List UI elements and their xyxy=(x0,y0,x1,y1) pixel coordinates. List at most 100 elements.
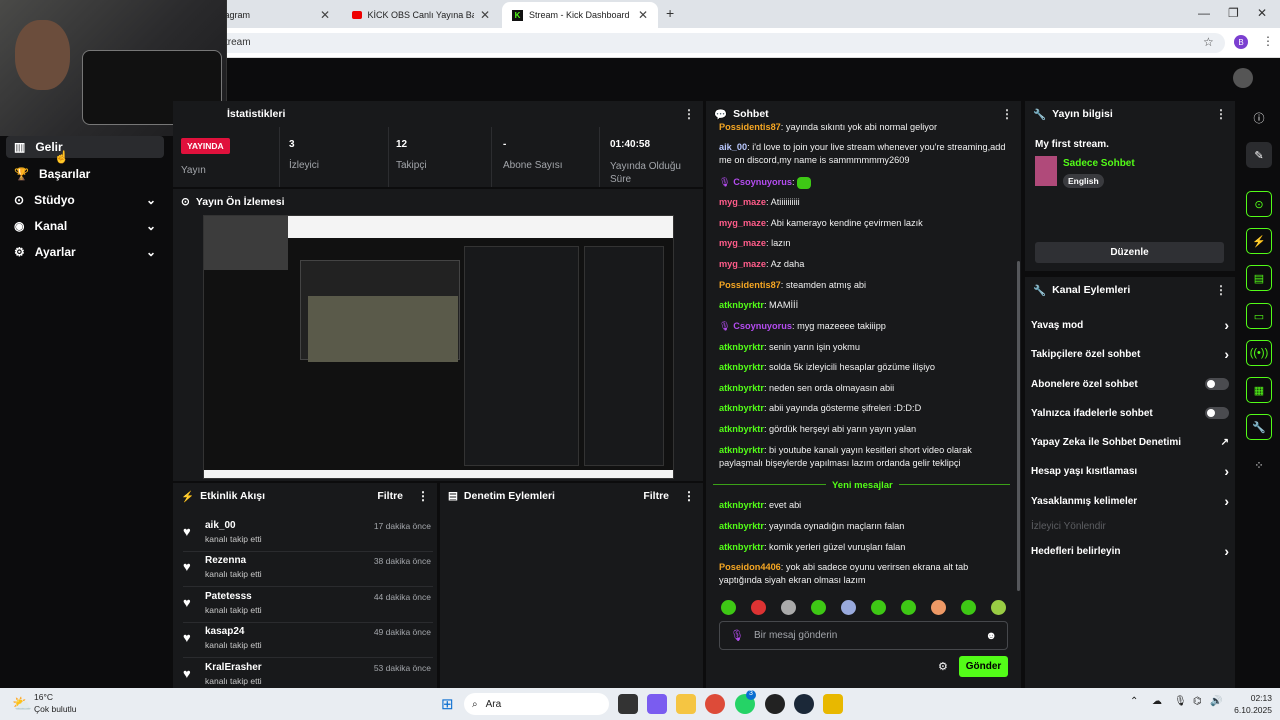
windows-taskbar: ⛅ 16°C Çok bulutlu ⊞ ⌕ Ara 3 ⌃ ☁ 🎙 ⌬ 🔊 02… xyxy=(0,688,1280,720)
broadcast-icon: ◉ xyxy=(14,219,25,233)
chat-message: atknbyrktr: komik yerleri güzel vuruşlar… xyxy=(719,542,906,552)
close-window-icon[interactable]: ✕ xyxy=(1257,6,1267,20)
preview-toggle-icon[interactable]: ⊙ xyxy=(1246,191,1272,217)
stats-icon[interactable]: ▦ xyxy=(1246,377,1272,403)
chat-input[interactable]: 🎙 Bir mesaj gönderin ☻ xyxy=(719,621,1008,650)
emote-icon[interactable] xyxy=(841,600,856,615)
url-input[interactable]: stream xyxy=(210,33,1225,53)
viewer-count: 3 xyxy=(289,139,295,150)
preview-info xyxy=(584,246,664,466)
minimize-icon[interactable]: — xyxy=(1198,6,1210,20)
sidebar-item-basarilar[interactable]: 🏆 Başarılar xyxy=(6,161,164,187)
uptime-value: 01:40:58 xyxy=(610,139,651,150)
more-icon[interactable]: ⋮ xyxy=(683,489,695,503)
more-icon[interactable]: ⋮ xyxy=(417,489,429,503)
tab-youtube[interactable]: KİCK OBS Canlı Yayına Bağlanm✕ xyxy=(342,2,500,28)
sidebar-item-kanal[interactable]: ◉ Kanal ⌄ xyxy=(6,213,164,239)
close-icon[interactable]: ✕ xyxy=(480,8,490,22)
emoji-icon[interactable]: ☻ xyxy=(985,630,997,642)
slow-mode-item[interactable]: Yavaş mod › xyxy=(1031,314,1229,336)
chrome-icon[interactable] xyxy=(705,694,725,714)
weather-desc[interactable]: Çok bulutlu xyxy=(34,704,77,714)
emote-icon[interactable] xyxy=(871,600,886,615)
restore-icon[interactable]: ❐ xyxy=(1228,6,1239,20)
chevron-up-icon[interactable]: ⌃ xyxy=(1130,696,1138,707)
taskbar-search[interactable]: ⌕ Ara xyxy=(464,693,609,715)
chevron-right-icon: › xyxy=(1224,543,1229,559)
follower-label: Takipçi xyxy=(396,160,427,171)
stream-title: My first stream. xyxy=(1035,139,1109,150)
bolt-icon[interactable]: ⚡ xyxy=(1246,228,1272,254)
more-icon[interactable]: ⋮ xyxy=(1215,283,1227,297)
subscribers-only-toggle[interactable] xyxy=(1205,378,1229,390)
network-icon[interactable]: ⌬ xyxy=(1193,696,1202,707)
close-icon[interactable]: ✕ xyxy=(320,8,330,22)
bookmark-star-icon[interactable]: ☆ xyxy=(1203,35,1214,49)
file-explorer-icon[interactable] xyxy=(676,694,696,714)
microphone-icon: 🎙 xyxy=(730,630,744,642)
clock-time[interactable]: 02:13 xyxy=(1232,693,1272,703)
gear-icon[interactable]: ⚙ xyxy=(938,660,948,673)
obs-icon[interactable] xyxy=(765,694,785,714)
pencil-icon[interactable]: ✎ xyxy=(1246,142,1272,168)
document-icon[interactable]: ▤ xyxy=(1246,265,1272,291)
windows-start-icon[interactable]: ⊞ xyxy=(441,695,454,713)
menu-icon[interactable]: ⋮ xyxy=(1262,34,1274,48)
banned-words-item[interactable]: Yasaklanmış kelimeler › xyxy=(1031,490,1229,512)
emote-icon[interactable] xyxy=(931,600,946,615)
sidebar: ▥ Gelir 🏆 Başarılar ⊙ Stüdyo ⌄ ◉ Kanal ⌄ ⚙ Ayar… xyxy=(6,136,164,265)
emote-icon[interactable] xyxy=(751,600,766,615)
chat-message: myg_maze: Az daha xyxy=(719,259,805,269)
add-widget-icon[interactable]: ⁘ xyxy=(1246,452,1272,478)
steam-icon[interactable] xyxy=(794,694,814,714)
emotes-only-toggle[interactable] xyxy=(1205,407,1229,419)
close-icon[interactable]: ✕ xyxy=(638,8,648,22)
sidebar-item-ayarlar[interactable]: ⚙ Ayarlar ⌄ xyxy=(6,239,164,265)
emotes-only-item[interactable]: Yalnızca ifadelerle sohbet xyxy=(1031,402,1229,424)
emote-icon[interactable] xyxy=(991,600,1006,615)
emote-icon[interactable] xyxy=(781,600,796,615)
volume-icon[interactable]: 🔊 xyxy=(1210,696,1222,707)
goals-item[interactable]: Hedefleri belirleyin › xyxy=(1031,540,1229,562)
weather-temp[interactable]: 16°C xyxy=(34,692,53,702)
emote-icon[interactable] xyxy=(811,600,826,615)
chat-icon: 💬 xyxy=(714,108,728,121)
mouse-cursor-icon: ☝ xyxy=(54,150,69,164)
subscriber-label: Abone Sayısı xyxy=(503,160,563,171)
moderation-filter-button[interactable]: Filtre xyxy=(643,490,669,502)
microphone-icon: 🎙 xyxy=(719,321,731,331)
send-button[interactable]: Gönder xyxy=(959,656,1008,677)
edit-button[interactable]: Düzenle xyxy=(1035,242,1224,263)
new-tab-button[interactable]: + xyxy=(666,5,674,21)
moderation-title: Denetim Eylemleri xyxy=(463,490,555,502)
task-view-icon[interactable] xyxy=(618,694,638,714)
stream-preview-video[interactable] xyxy=(203,215,674,479)
more-icon[interactable]: ⋮ xyxy=(1215,107,1227,121)
followers-only-item[interactable]: Takipçilere özel sohbet › xyxy=(1031,343,1229,365)
chat-scrollbar[interactable] xyxy=(1017,261,1020,591)
emote-icon[interactable] xyxy=(721,600,736,615)
sidebar-item-studyo[interactable]: ⊙ Stüdyo ⌄ xyxy=(6,187,164,213)
ai-moderation-item[interactable]: Yapay Zeka ile Sohbet Denetimi ↗ xyxy=(1031,431,1229,453)
profile-avatar[interactable]: B xyxy=(1234,35,1248,49)
account-age-item[interactable]: Hesap yaşı kısıtlaması › xyxy=(1031,460,1229,482)
clock-date[interactable]: 6.10.2025 xyxy=(1226,705,1272,715)
app-icon[interactable] xyxy=(823,694,843,714)
wrench-icon[interactable]: 🔧 xyxy=(1246,414,1272,440)
sidebar-item-gelir[interactable]: ▥ Gelir xyxy=(6,136,164,158)
more-icon[interactable]: ⋮ xyxy=(1001,107,1013,121)
more-icon[interactable]: ⋮ xyxy=(683,107,695,121)
chevron-down-icon: ⌄ xyxy=(145,219,156,233)
copilot-icon[interactable] xyxy=(647,694,667,714)
cloud-icon[interactable]: ☁ xyxy=(1152,696,1162,707)
broadcast-icon[interactable]: ((•)) xyxy=(1246,340,1272,366)
user-avatar[interactable] xyxy=(1233,68,1253,88)
info-icon[interactable]: ⓘ xyxy=(1246,105,1272,131)
subscribers-only-item[interactable]: Abonelere özel sohbet xyxy=(1031,373,1229,395)
microphone-icon[interactable]: 🎙 xyxy=(1174,696,1187,707)
emote-icon[interactable] xyxy=(901,600,916,615)
emote-icon[interactable] xyxy=(961,600,976,615)
activity-filter-button[interactable]: Filtre xyxy=(377,490,403,502)
chat-toggle-icon[interactable]: ▭ xyxy=(1246,303,1272,329)
tab-kick-dashboard[interactable]: K Stream - Kick Dashboard ✕ xyxy=(502,2,658,28)
